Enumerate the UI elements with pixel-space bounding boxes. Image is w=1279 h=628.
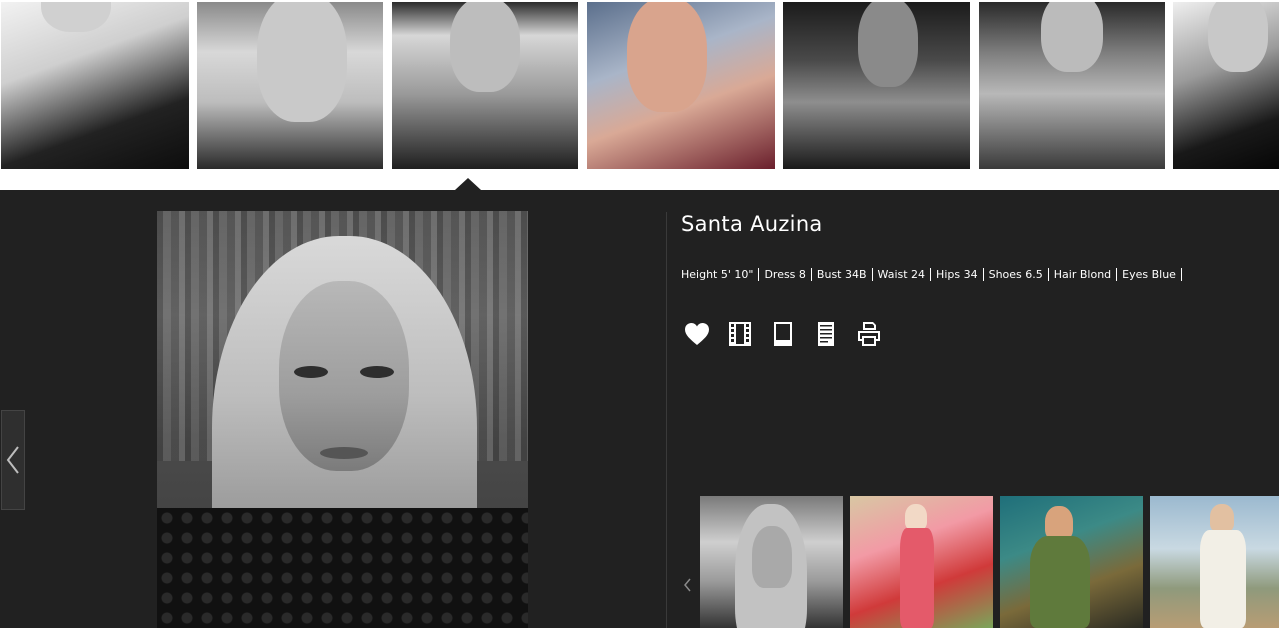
stat-eyes: Eyes Blue (1122, 268, 1182, 281)
stat-bust: Bust 34B (817, 268, 873, 281)
cv-button[interactable] (813, 320, 839, 348)
portfolio-thumbnail-3[interactable] (1000, 496, 1143, 628)
stat-height: Height 5' 10" (681, 268, 760, 281)
stat-shoes: Shoes 6.5 (989, 268, 1049, 281)
print-icon (858, 322, 880, 346)
stat-waist: Waist 24 (878, 268, 932, 281)
panel-divider (666, 212, 667, 628)
stat-dress: Dress 8 (764, 268, 812, 281)
selected-pointer (455, 178, 481, 190)
model-photo-strip (0, 0, 1279, 178)
main-model-photo (157, 211, 528, 628)
tablet-icon (774, 322, 792, 346)
video-button[interactable] (727, 320, 753, 348)
model-name: Santa Auzina (681, 212, 823, 236)
chevron-left-icon (6, 446, 19, 474)
strip-photo-4[interactable] (587, 2, 775, 169)
thumbnails-prev-button[interactable] (680, 574, 694, 596)
model-actions (684, 320, 899, 348)
chevron-left-icon (683, 578, 691, 592)
favorite-button[interactable] (684, 320, 710, 348)
document-icon (818, 322, 834, 346)
print-button[interactable] (856, 320, 882, 348)
stat-hair: Hair Blond (1054, 268, 1118, 281)
strip-photo-3[interactable] (392, 2, 578, 169)
stat-hips: Hips 34 (936, 268, 984, 281)
portfolio-thumbnail-4[interactable] (1150, 496, 1279, 628)
strip-photo-6[interactable] (979, 2, 1165, 169)
film-icon (729, 322, 751, 346)
polaroid-button[interactable] (770, 320, 796, 348)
strip-photo-1[interactable] (1, 2, 189, 169)
portfolio-thumbnail-1[interactable] (700, 496, 843, 628)
prev-model-button[interactable] (1, 410, 25, 510)
strip-photo-2[interactable] (197, 2, 383, 169)
strip-photo-5[interactable] (783, 2, 970, 169)
model-detail-panel: Santa Auzina Height 5' 10" Dress 8 Bust … (0, 190, 1279, 628)
heart-icon (685, 323, 709, 345)
strip-photo-7[interactable] (1173, 2, 1279, 169)
portfolio-thumbnail-2[interactable] (850, 496, 993, 628)
model-stats: Height 5' 10" Dress 8 Bust 34B Waist 24 … (681, 268, 1187, 281)
